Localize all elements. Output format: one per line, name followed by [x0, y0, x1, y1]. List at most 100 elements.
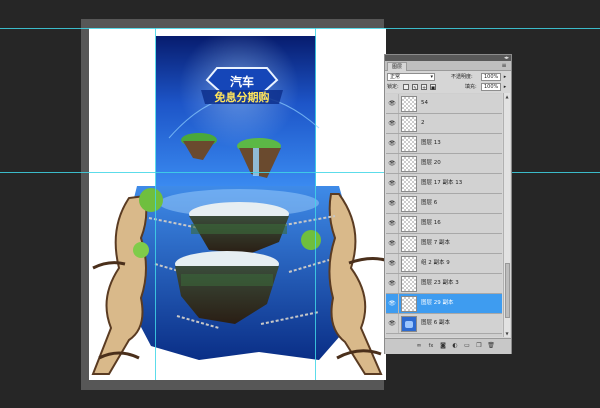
opacity-input[interactable]: 100%: [481, 73, 501, 81]
layer-name[interactable]: 图层 17 副本 13: [421, 180, 462, 187]
cliff-left: [91, 194, 148, 375]
divider: [398, 114, 399, 133]
visibility-eye-icon[interactable]: 👁: [388, 200, 396, 207]
layer-row[interactable]: 👁 图层 20: [386, 154, 502, 174]
guide-horizontal: [0, 28, 600, 29]
layer-thumbnail[interactable]: [401, 196, 417, 212]
group-icon[interactable]: ▭: [463, 342, 471, 350]
layer-name[interactable]: 2: [421, 120, 425, 127]
layer-row[interactable]: 👁 图层 23 副本 3: [386, 274, 502, 294]
divider: [398, 234, 399, 253]
layer-thumbnail[interactable]: [401, 256, 417, 272]
layer-name[interactable]: 图层 29 副本: [421, 300, 454, 307]
layer-row[interactable]: 👁 图层 29 副本: [386, 294, 502, 314]
adjustment-icon[interactable]: ◐: [451, 342, 459, 350]
layer-row[interactable]: 👁 图层 16: [386, 214, 502, 234]
layer-row[interactable]: 👁 图层 17 副本 13: [386, 174, 502, 194]
opacity-value: 100%: [484, 74, 499, 80]
fx-icon[interactable]: fx: [427, 342, 435, 350]
visibility-eye-icon[interactable]: 👁: [388, 300, 396, 307]
guide-vertical: [155, 28, 156, 380]
fill-input[interactable]: 100%: [481, 83, 501, 91]
layer-row[interactable]: 👁 2: [386, 114, 502, 134]
lock-all-icon[interactable]: ■: [430, 84, 436, 90]
layers-panel: ◂▸ ✕ 图层 ≡ 正常 ▾ 不透明度: 100% ▸ 锁定: ✎ ✛ ■ 填充…: [384, 54, 512, 354]
visibility-eye-icon[interactable]: 👁: [388, 220, 396, 227]
layer-thumbnail[interactable]: [401, 136, 417, 152]
layer-row[interactable]: 👁 图层 6: [386, 194, 502, 214]
layer-list-scrollbar[interactable]: ▲ ▼: [503, 93, 510, 337]
scroll-down-icon[interactable]: ▼: [504, 330, 510, 337]
visibility-eye-icon[interactable]: 👁: [388, 320, 396, 327]
guide-vertical: [315, 28, 316, 380]
divider: [398, 154, 399, 173]
layer-thumbnail[interactable]: [401, 116, 417, 132]
layer-name[interactable]: 组 2 副本 9: [421, 260, 450, 267]
fill-label: 填充:: [465, 84, 477, 90]
banner-title-2: 免息分期购: [215, 90, 270, 104]
layer-row[interactable]: 👁 图层 6 副本: [386, 314, 502, 334]
lock-transparency-icon[interactable]: [403, 84, 409, 90]
lock-position-icon[interactable]: ✛: [421, 84, 427, 90]
visibility-eye-icon[interactable]: 👁: [388, 100, 396, 107]
divider: [398, 274, 399, 293]
blend-mode-value: 正常: [390, 74, 401, 80]
visibility-eye-icon[interactable]: 👁: [388, 280, 396, 287]
panel-menu-icon[interactable]: ≡: [500, 62, 508, 69]
workspace: 汽车 免息分期购 ◂▸ 图层 ≡ 正常 ▾ 不透明度: 100% ▸ 锁定: ✎…: [0, 0, 600, 408]
visibility-eye-icon[interactable]: 👁: [388, 180, 396, 187]
layer-thumbnail[interactable]: [401, 276, 417, 292]
opacity-label: 不透明度:: [451, 74, 473, 80]
layer-thumbnail[interactable]: [401, 176, 417, 192]
layer-name[interactable]: 图层 13: [421, 140, 441, 147]
divider: [398, 174, 399, 193]
lock-label: 锁定:: [387, 84, 399, 90]
layer-name[interactable]: 图层 16: [421, 220, 441, 227]
divider: [398, 214, 399, 233]
layer-thumbnail[interactable]: [401, 156, 417, 172]
lock-row: 锁定: ✎ ✛ ■ 填充: 100% ▸: [385, 82, 511, 93]
scroll-up-icon[interactable]: ▲: [504, 93, 510, 100]
layer-thumbnail[interactable]: [401, 296, 417, 312]
divider: [398, 314, 399, 333]
layer-row[interactable]: 👁 图层 13: [386, 134, 502, 154]
fill-value: 100%: [484, 84, 499, 90]
visibility-eye-icon[interactable]: 👁: [388, 140, 396, 147]
chevron-down-icon: ▾: [430, 74, 433, 80]
visibility-eye-icon[interactable]: 👁: [388, 160, 396, 167]
layer-list: 👁 54 👁 2 👁 图层 13 👁 图层 20 👁 图层 17 副本 13 👁 图层 6 👁 图层 16…: [386, 93, 502, 337]
visibility-eye-icon[interactable]: 👁: [388, 240, 396, 247]
layer-name[interactable]: 图层 6: [421, 200, 437, 207]
panel-bottom-toolbar: ∞ fx ◙ ◐ ▭ ❐ 🗑: [385, 338, 511, 354]
visibility-eye-icon[interactable]: 👁: [388, 120, 396, 127]
layer-name[interactable]: 图层 7 副本: [421, 240, 450, 247]
layer-thumbnail[interactable]: [401, 236, 417, 252]
layer-row[interactable]: 👁 图层 7 副本: [386, 234, 502, 254]
document-canvas[interactable]: 汽车 免息分期购: [89, 28, 386, 380]
opacity-slider-arrow-icon[interactable]: ▸: [502, 73, 508, 81]
visibility-eye-icon[interactable]: 👁: [388, 260, 396, 267]
layer-row[interactable]: 👁 组 2 副本 9: [386, 254, 502, 274]
tree-left: [139, 188, 163, 212]
layer-row[interactable]: 👁 54: [386, 94, 502, 114]
mask-icon[interactable]: ◙: [439, 342, 447, 350]
layer-thumbnail[interactable]: [401, 316, 417, 332]
layer-name[interactable]: 54: [421, 100, 428, 107]
scrollbar-thumb[interactable]: [505, 263, 510, 318]
layer-thumbnail[interactable]: [401, 216, 417, 232]
delete-icon[interactable]: 🗑: [487, 342, 495, 350]
new-layer-icon[interactable]: ❐: [475, 342, 483, 350]
artwork: 汽车 免息分期购: [91, 28, 386, 375]
layer-name[interactable]: 图层 6 副本: [421, 320, 450, 327]
divider: [398, 134, 399, 153]
link-icon[interactable]: ∞: [415, 342, 423, 350]
layer-name[interactable]: 图层 20: [421, 160, 441, 167]
layer-thumbnail[interactable]: [401, 96, 417, 112]
divider: [398, 294, 399, 313]
fill-slider-arrow-icon[interactable]: ▸: [502, 83, 508, 91]
layer-name[interactable]: 图层 23 副本 3: [421, 280, 459, 287]
tab-layers[interactable]: 图层: [387, 62, 408, 71]
banner-title-1: 汽车: [230, 74, 254, 89]
lock-pixels-icon[interactable]: ✎: [412, 84, 418, 90]
blend-mode-select[interactable]: 正常 ▾: [387, 73, 435, 81]
